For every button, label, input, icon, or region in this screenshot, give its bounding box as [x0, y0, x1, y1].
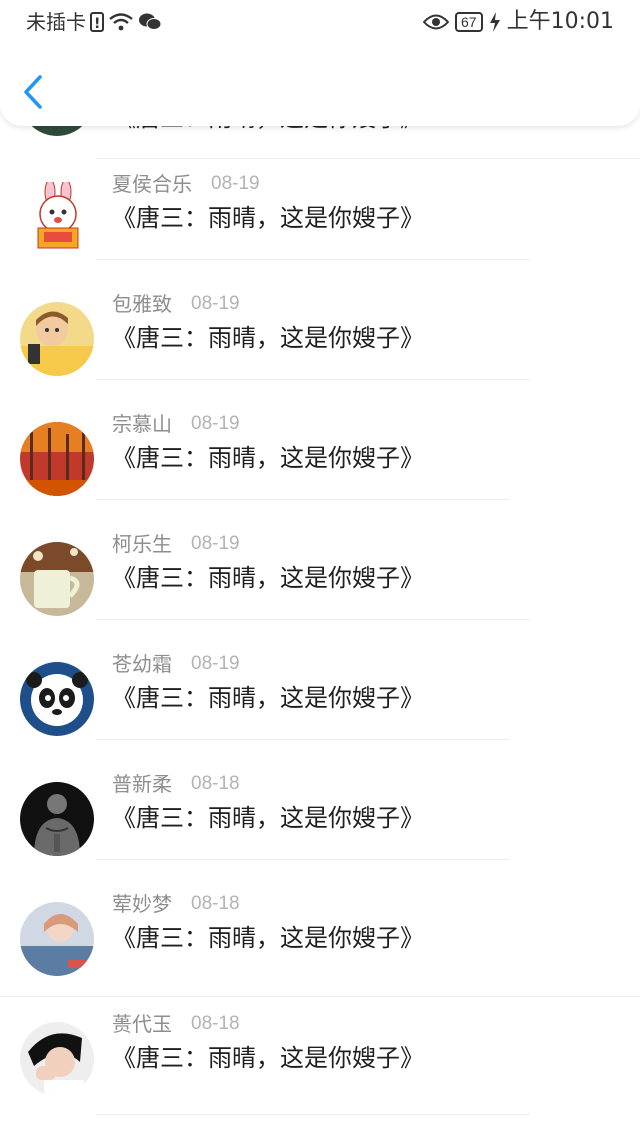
comment-title[interactable]: 《唐三：雨晴，这是你嫂子》: [112, 802, 424, 834]
list-item[interactable]: 包雅致 08-19 《唐三：雨晴，这是你嫂子》: [0, 292, 640, 420]
avatar[interactable]: [20, 542, 94, 616]
user-name: 夏侯合乐: [112, 172, 192, 196]
app-header: 未插卡 67 上午10:01: [0, 0, 640, 126]
comment-title[interactable]: 《唐三：雨晴，这是你嫂子》: [112, 1042, 424, 1074]
divider: [96, 379, 530, 380]
user-name: 苍幼霜: [112, 652, 172, 676]
user-name: 蒉代玉: [112, 1012, 172, 1036]
list-item[interactable]: 普新柔 08-18 《唐三：雨晴，这是你嫂子》: [0, 772, 640, 900]
post-date: 08-19: [191, 413, 240, 434]
post-date: 08-18: [191, 893, 240, 914]
comment-list[interactable]: 《唐三：雨晴，这是你嫂子》 夏侯合乐 08-19 《唐三：雨晴，这是你嫂子》: [0, 0, 640, 1138]
post-date: 08-19: [191, 293, 240, 314]
eye-icon: [423, 14, 450, 30]
divider: [96, 259, 530, 260]
wifi-icon: [109, 13, 133, 31]
list-item[interactable]: 苍幼霜 08-19 《唐三：雨晴，这是你嫂子》: [0, 652, 640, 780]
charging-icon: [489, 12, 500, 32]
avatar[interactable]: [20, 1022, 94, 1096]
user-name: 宗慕山: [112, 412, 172, 436]
comment-title[interactable]: 《唐三：雨晴，这是你嫂子》: [112, 922, 424, 954]
divider: [96, 619, 530, 620]
comment-title[interactable]: 《唐三：雨晴，这是你嫂子》: [112, 682, 424, 714]
list-item[interactable]: 蒉代玉 08-18 《唐三：雨晴，这是你嫂子》: [0, 1012, 640, 1138]
comment-title[interactable]: 《唐三：雨晴，这是你嫂子》: [112, 562, 424, 594]
sim-alert-icon: [90, 10, 104, 38]
avatar[interactable]: [20, 182, 94, 256]
divider: [96, 859, 510, 860]
carrier-label: 未插卡: [26, 10, 86, 34]
divider: [96, 739, 510, 740]
status-bar-left: 未插卡: [26, 8, 162, 38]
divider: [0, 996, 640, 997]
divider: [96, 158, 640, 159]
avatar[interactable]: [20, 422, 94, 496]
clock: 上午10:01: [506, 9, 614, 34]
wechat-icon: [139, 13, 162, 30]
list-item[interactable]: 荤妙梦 08-18 《唐三：雨晴，这是你嫂子》: [0, 892, 640, 1020]
battery-icon: 67: [455, 12, 483, 32]
comment-title[interactable]: 《唐三：雨晴，这是你嫂子》: [112, 322, 424, 354]
post-date: 08-19: [191, 653, 240, 674]
divider: [96, 499, 510, 500]
post-date: 08-19: [191, 533, 240, 554]
list-item[interactable]: 柯乐生 08-19 《唐三：雨晴，这是你嫂子》: [0, 532, 640, 660]
user-name: 包雅致: [112, 292, 172, 316]
chevron-left-icon: [24, 75, 42, 109]
comment-title[interactable]: 《唐三：雨晴，这是你嫂子》: [112, 202, 424, 234]
divider: [96, 1114, 530, 1115]
user-name: 荤妙梦: [112, 892, 172, 916]
avatar[interactable]: [20, 902, 94, 976]
post-date: 08-18: [191, 1013, 240, 1034]
avatar[interactable]: [20, 662, 94, 736]
list-item[interactable]: 夏侯合乐 08-19 《唐三：雨晴，这是你嫂子》: [0, 172, 640, 300]
back-button[interactable]: [20, 74, 50, 110]
comment-title[interactable]: 《唐三：雨晴，这是你嫂子》: [112, 442, 424, 474]
avatar[interactable]: [20, 782, 94, 856]
status-bar-right: 67 上午10:01: [423, 8, 614, 36]
user-name: 柯乐生: [112, 532, 172, 556]
list-item[interactable]: 宗慕山 08-19 《唐三：雨晴，这是你嫂子》: [0, 412, 640, 540]
post-date: 08-19: [211, 173, 260, 194]
user-name: 普新柔: [112, 772, 172, 796]
avatar[interactable]: [20, 302, 94, 376]
post-date: 08-18: [191, 773, 240, 794]
